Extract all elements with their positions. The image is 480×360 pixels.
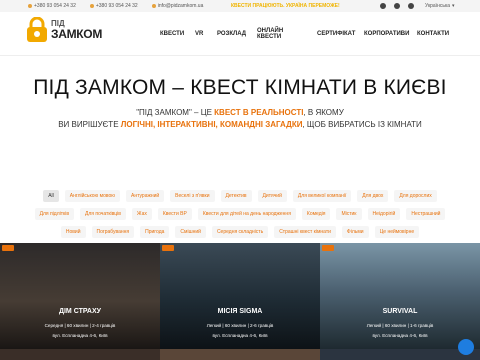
email-text: info@pidzamkom.ua — [157, 3, 204, 9]
nav-contacts[interactable]: КОНТАКТИ — [417, 31, 449, 37]
social-links — [380, 3, 414, 9]
mail-icon — [151, 4, 156, 8]
phone-icon — [89, 4, 94, 8]
filter-chip[interactable]: Дитячий — [257, 190, 287, 202]
filter-chip[interactable]: Фільми — [341, 226, 369, 238]
card-badge — [322, 245, 334, 251]
quest-meta: Легкий | 60 хвилин | 1-6 гравців — [366, 323, 434, 328]
email-link[interactable]: info@pidzamkom.ua — [151, 3, 204, 9]
instagram-icon[interactable] — [408, 3, 414, 9]
filter-chip[interactable]: Смішний — [175, 226, 206, 238]
nav-online-quests[interactable]: ОНЛАЙН КВЕСТИ — [257, 28, 283, 40]
facebook-icon[interactable] — [380, 3, 386, 9]
filter-chip[interactable]: Для великої компанії — [292, 190, 352, 202]
quest-card[interactable]: ДІМ СТРАХУ Середня | 60 хвилин | 2-4 гра… — [0, 243, 160, 349]
phone-link-2[interactable]: +380 93 054 24 32 — [89, 3, 138, 9]
phone-text: +380 93 054 24 32 — [34, 3, 76, 9]
language-selector[interactable]: Українська ▾ — [425, 3, 455, 9]
filter-chip[interactable]: Комедія — [301, 208, 331, 220]
page-title: ПІД ЗАМКОМ – КВЕСТ КІМНАТИ В КИЄВІ — [33, 76, 447, 99]
chat-bubble-icon[interactable] — [458, 339, 474, 355]
phone-icon — [28, 4, 32, 8]
quest-card-partial[interactable] — [160, 349, 320, 360]
nav-certificate[interactable]: СЕРТИФІКАТ — [317, 31, 355, 37]
logo-text-bottom: ЗАМКОМ — [51, 27, 103, 41]
filter-row-1: All Англійською мовою Антуражний Веселі … — [0, 190, 480, 202]
filter-chip[interactable]: Жах — [131, 208, 152, 220]
quest-card-partial[interactable] — [0, 349, 160, 360]
quest-meta: Середня | 60 хвилин | 2-4 гравців — [44, 323, 116, 328]
filter-chips: All Англійською мовою Антуражний Веселі … — [0, 190, 480, 244]
phone-text: +380 93 054 24 32 — [95, 3, 138, 9]
language-label: Українська — [425, 3, 451, 9]
nav-schedule[interactable]: РОЗКЛАД — [217, 31, 246, 37]
quest-name: SURVIVAL — [382, 308, 418, 315]
filter-chip[interactable]: Пограбування — [91, 226, 135, 238]
filter-chip[interactable]: Квести для дітей на день народження — [197, 208, 296, 220]
hero-line-1: "ПІД ЗАМКОМ" – ЦЕ КВЕСТ В РЕАЛЬНОСТІ, В … — [136, 108, 344, 117]
quest-card[interactable]: МІСІЯ SIGMA Легкий | 60 хвилин | 2-6 гра… — [160, 243, 320, 349]
quest-card[interactable]: SURVIVAL Легкий | 60 хвилин | 1-6 гравці… — [320, 243, 480, 349]
hero: ПІД ЗАМКОМ – КВЕСТ КІМНАТИ В КИЄВІ "ПІД … — [0, 76, 480, 131]
filter-chip[interactable]: Англійською мовою — [64, 190, 121, 202]
filter-row-2: Для підлітків Для початківців Жах Квести… — [0, 208, 480, 220]
header: ПІД ЗАМКОМ КВЕСТИ VR РОЗКЛАД ОНЛАЙН КВЕС… — [0, 12, 480, 56]
filter-chip[interactable]: Для підлітків — [34, 208, 74, 220]
hero-line-2: ВИ ВИРІШУЄТЕ ЛОГІЧНІ, ІНТЕРАКТИВНІ, КОМА… — [58, 120, 422, 129]
top-bar: +380 93 054 24 32 +380 93 054 24 32 info… — [0, 0, 480, 12]
card-badge — [162, 245, 174, 251]
telegram-icon[interactable] — [394, 3, 400, 9]
quest-cards: ДІМ СТРАХУ Середня | 60 хвилин | 2-4 гра… — [0, 243, 480, 360]
phone-link-1[interactable]: +380 93 054 24 32 — [28, 3, 76, 9]
filter-chip[interactable]: Неідорігій — [367, 208, 401, 220]
next-cards-row — [0, 349, 480, 360]
quest-card-partial[interactable] — [320, 349, 480, 360]
filter-chip[interactable]: Містик — [336, 208, 362, 220]
filter-chip[interactable]: Детектив — [220, 190, 252, 202]
quest-address: вул. Еспланадна 4-6, Київ — [52, 333, 108, 338]
filter-chip[interactable]: All — [43, 190, 59, 202]
quest-address: вул. Еспланадна 4-6, Київ — [212, 333, 268, 338]
quest-meta: Легкий | 60 хвилин | 2-6 гравців — [206, 323, 274, 328]
filter-chip[interactable]: Для початківців — [79, 208, 126, 220]
filter-chip[interactable]: Нестрашний — [406, 208, 446, 220]
filter-chip[interactable]: Для двох — [357, 190, 389, 202]
filter-chip[interactable]: Це неймовірне — [374, 226, 420, 238]
filter-chip[interactable]: Страшні квест кімнати — [274, 226, 336, 238]
card-badge — [2, 245, 14, 251]
filter-chip[interactable]: Пригода — [140, 226, 170, 238]
filter-chip[interactable]: Новий — [60, 226, 86, 238]
nav-vr[interactable]: VR — [195, 31, 203, 37]
logo[interactable]: ПІД ЗАМКОМ — [26, 17, 102, 43]
nav-corporate[interactable]: КОРПОРАТИВИ — [364, 31, 409, 37]
quest-address: вул. Еспланадна 4-6, Київ — [372, 333, 428, 338]
filter-chip[interactable]: Для дорослих — [394, 190, 437, 202]
quest-name: ДІМ СТРАХУ — [59, 308, 101, 315]
filter-chip[interactable]: Квести ВР — [157, 208, 192, 220]
chevron-down-icon: ▾ — [452, 3, 455, 9]
filter-chip[interactable]: Антуражний — [126, 190, 165, 202]
lock-logo-icon — [27, 17, 47, 42]
news-ticker: КВЕСТИ ПРАЦЮЮТЬ. УКРАЇНА ПЕРЕМОЖЕ! — [231, 3, 340, 9]
quest-name: МІСІЯ SIGMA — [217, 308, 263, 315]
filter-chip[interactable]: Середня складність — [211, 226, 269, 238]
filter-chip[interactable]: Веселі з п'явки — [170, 190, 215, 202]
nav-quests[interactable]: КВЕСТИ — [160, 31, 184, 37]
filter-row-3: Новий Пограбування Пригода Смішний Серед… — [0, 226, 480, 238]
